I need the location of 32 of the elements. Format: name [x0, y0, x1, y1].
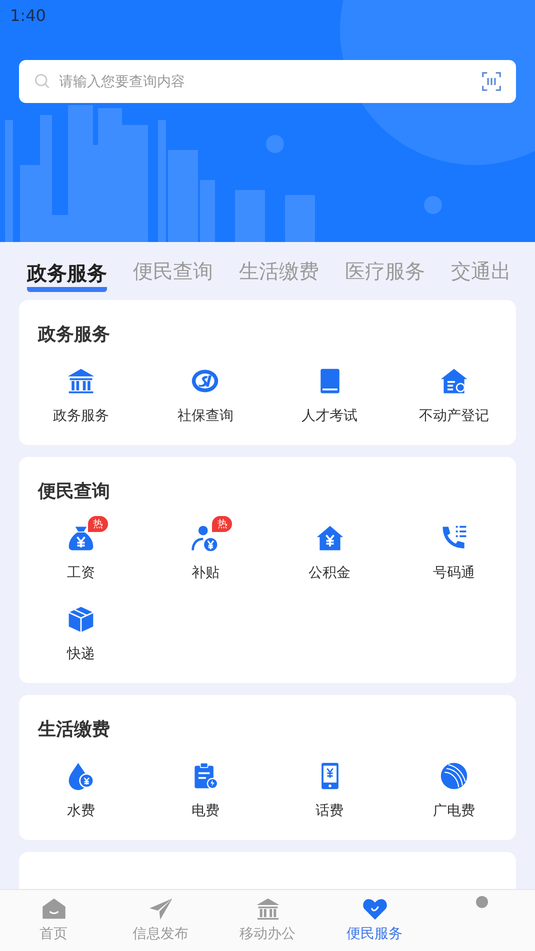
- status-time: 1:40: [10, 6, 46, 24]
- service-item[interactable]: 话费: [268, 753, 392, 820]
- home-icon: [40, 896, 66, 922]
- service-item[interactable]: 号码通: [392, 515, 516, 582]
- service-item[interactable]: 不动产登记: [392, 358, 516, 425]
- service-item[interactable]: 政务服务: [19, 358, 144, 425]
- service-item[interactable]: 电费: [143, 753, 268, 820]
- hot-badge: 热: [88, 516, 108, 532]
- hot-badge: 热: [212, 516, 232, 532]
- globe-icon: [438, 761, 469, 791]
- service-item[interactable]: 热 补贴: [143, 515, 268, 582]
- card-title: 便民查询: [38, 480, 111, 503]
- service-item[interactable]: 公积金: [268, 515, 392, 582]
- scan-icon[interactable]: [482, 72, 501, 91]
- search-icon: [33, 72, 51, 90]
- house-document-icon: [438, 366, 469, 396]
- service-item[interactable]: 社保查询: [143, 358, 268, 425]
- service-item[interactable]: 水费: [19, 753, 144, 820]
- search-field[interactable]: 请输入您要查询内容: [19, 60, 516, 103]
- nav-tab[interactable]: 便民服务: [321, 890, 428, 951]
- house-money-icon: [314, 523, 345, 553]
- service-item[interactable]: 快递: [19, 596, 144, 663]
- bank-icon: [66, 366, 96, 396]
- service-item[interactable]: 人才考试: [268, 358, 392, 425]
- card-title: 生活缴费: [38, 718, 111, 741]
- service-item[interactable]: 广电费: [392, 753, 516, 820]
- card-title: 政务服务: [38, 323, 111, 346]
- service-item[interactable]: 热 工资: [19, 515, 144, 582]
- bank-icon: [254, 896, 280, 922]
- package-icon: [66, 604, 96, 634]
- paper-plane-icon: [148, 896, 174, 922]
- heart-check-icon: [362, 896, 388, 922]
